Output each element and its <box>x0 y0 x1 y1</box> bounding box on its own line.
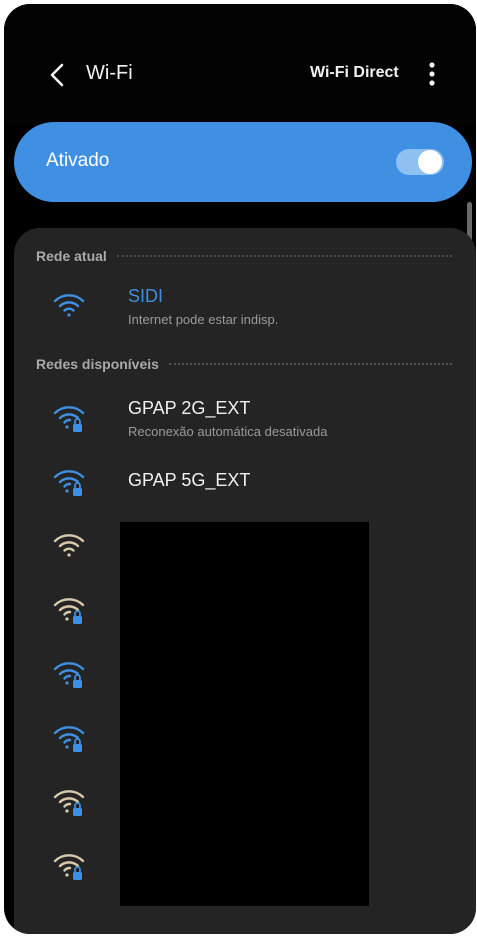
wifi-master-toggle[interactable]: Ativado <box>14 122 472 202</box>
current-network-row[interactable]: SIDI Internet pode estar indisp. <box>14 274 476 336</box>
redacted-network-names <box>120 522 369 906</box>
wifi-lock-icon <box>53 790 85 816</box>
wifi-lock-icon <box>53 470 85 496</box>
section-divider <box>116 255 452 257</box>
wifi-lock-icon <box>53 406 85 432</box>
more-options-icon[interactable] <box>422 60 442 90</box>
wifi-icon <box>53 294 85 317</box>
network-status: Reconexão automática desativada <box>128 424 328 439</box>
network-name: GPAP 2G_EXT <box>128 398 251 418</box>
section-available-networks: Redes disponíveis <box>36 354 452 374</box>
section-label-current: Rede atual <box>36 248 107 264</box>
wifi-lock-icon <box>53 598 85 624</box>
app-bar: Wi-Fi Wi-Fi Direct <box>4 4 476 124</box>
back-arrow-icon[interactable] <box>46 62 68 88</box>
network-row[interactable]: GPAP 5G_EXT <box>14 450 476 512</box>
wifi-direct-button[interactable]: Wi-Fi Direct <box>310 64 399 82</box>
section-divider <box>168 363 452 365</box>
switch-knob <box>418 150 442 174</box>
wifi-switch[interactable] <box>396 149 444 175</box>
network-row[interactable]: GPAP 2G_EXT Reconexão automática desativ… <box>14 386 476 448</box>
network-status: Internet pode estar indisp. <box>128 312 279 327</box>
network-name: GPAP 5G_EXT <box>128 470 251 490</box>
wifi-lock-icon <box>53 726 85 752</box>
network-name: SIDI <box>128 286 164 306</box>
section-label-available: Redes disponíveis <box>36 356 159 372</box>
wifi-lock-icon <box>53 854 85 880</box>
wifi-lock-icon <box>53 662 85 688</box>
phone-screen: Wi-Fi Wi-Fi Direct Ativado Rede atual SI… <box>4 4 476 934</box>
toggle-label: Ativado <box>46 150 110 171</box>
wifi-icon <box>53 534 85 557</box>
section-current-network: Rede atual <box>36 246 452 266</box>
page-title: Wi-Fi <box>86 62 133 84</box>
